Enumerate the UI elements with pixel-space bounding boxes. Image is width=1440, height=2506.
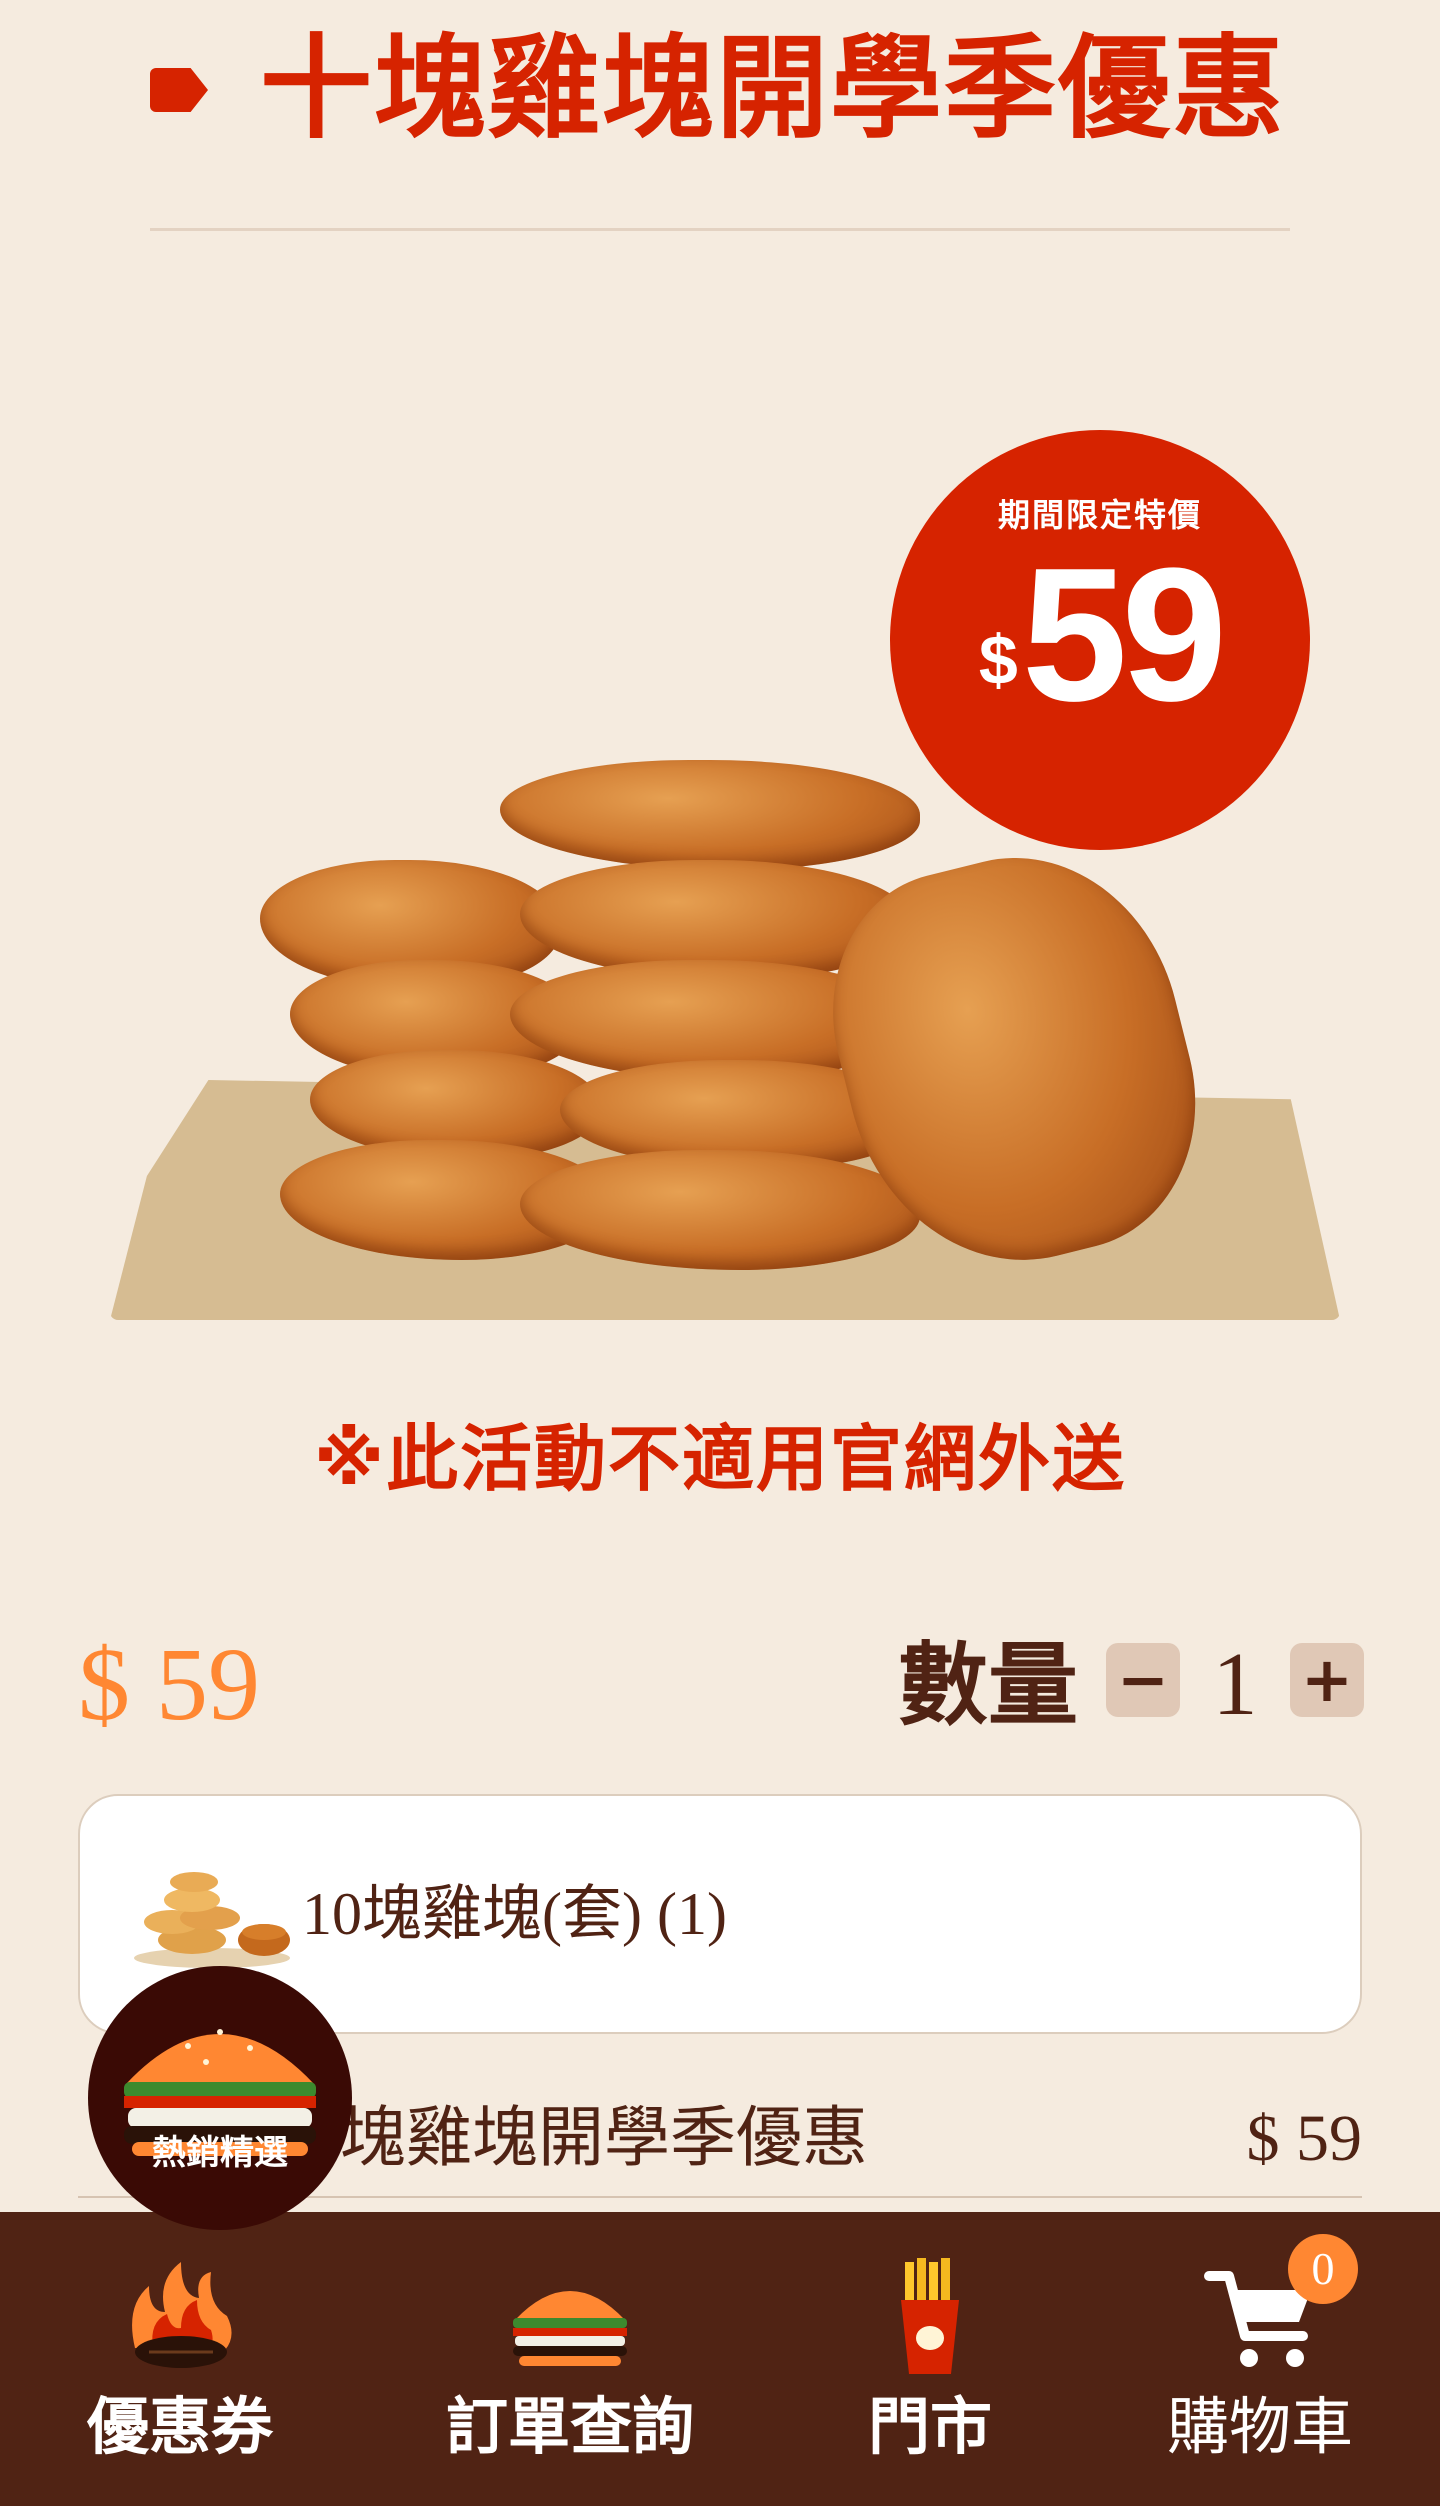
product-price: $ 59 [78,1627,260,1742]
nav-item-stores[interactable]: 門市 [780,2212,1080,2506]
nav-item-coupons[interactable]: 優惠券 [30,2212,330,2506]
quantity-decrease-button[interactable]: − [1106,1643,1180,1717]
price-badge: 期間限定特價 $59 [890,430,1310,850]
flame-steak-icon [132,2262,232,2368]
nugget-image [500,760,920,870]
cart-count-badge: 0 [1288,2234,1358,2304]
bottom-nav: 優惠券 訂單查詢 門市 0 購物車 [0,2212,1440,2506]
nav-item-orders[interactable]: 訂單查詢 [420,2212,720,2506]
promo-image: 期間限定特價 $59 ※此活動不適用官網外送 [100,400,1340,1560]
best-sellers-button[interactable]: 熱銷精選 [88,1966,352,2230]
quantity-label: 數量 [898,1637,1078,1736]
order-summary-price: $ 59 [1246,2102,1363,2175]
nugget-thumbnail [134,1872,290,1968]
page-header: 十塊雞塊開學季優惠 [150,20,1290,231]
badge-amount: 59 [1021,529,1227,741]
nav-label-cart: 購物車 [1166,2394,1353,2462]
nav-label-orders: 訂單查詢 [445,2394,694,2462]
quantity-value: 1 [1212,1635,1258,1734]
badge-price: $59 [890,540,1310,730]
best-sellers-label: 熱銷精選 [152,2135,288,2172]
order-summary-name: 塊雞塊開學季優惠 [340,2102,868,2175]
nav-label-stores: 門市 [867,2394,992,2462]
burger-icon [124,2029,316,2156]
delivery-notice: ※此活動不適用官網外送 [314,1420,1126,1500]
combo-item-label: 10塊雞塊(套) (1) [302,1881,727,1947]
badge-currency: $ [978,621,1018,699]
quantity-increase-button[interactable]: + [1290,1643,1364,1717]
nav-label-coupons: 優惠券 [86,2394,273,2462]
nav-item-cart[interactable]: 0 購物車 [1110,2212,1410,2506]
fries-icon [901,2258,959,2374]
tag-icon [150,68,208,112]
title-divider [150,228,1290,231]
burger-icon [513,2291,627,2366]
page-title: 十塊雞塊開學季優惠 [260,28,1286,152]
